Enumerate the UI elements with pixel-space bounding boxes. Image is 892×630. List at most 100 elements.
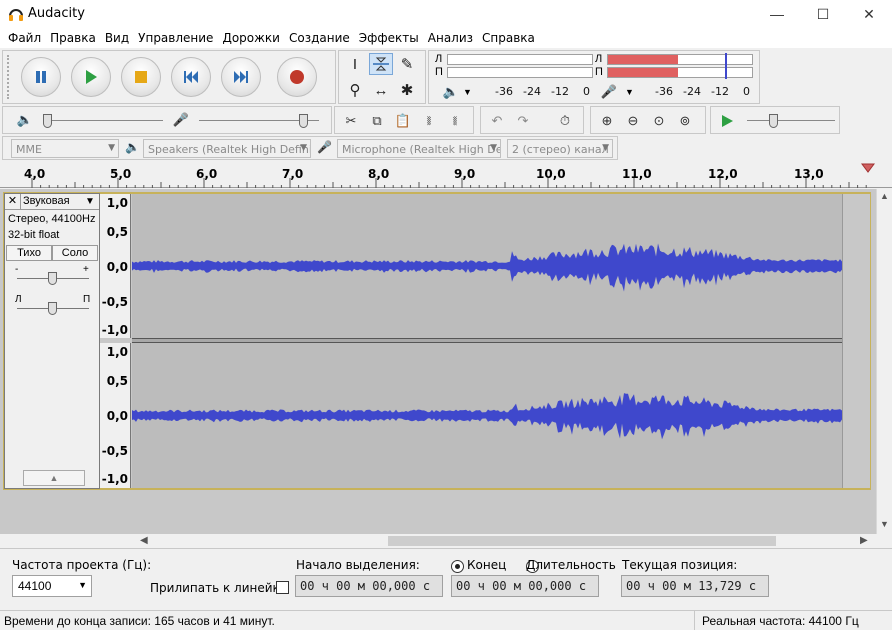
redo-icon[interactable]: ↷ <box>511 110 535 132</box>
silence-icon[interactable]: ⧛ <box>443 110 467 132</box>
meter-tick: -36 <box>495 85 513 98</box>
horizontal-scrollbar[interactable]: ◀ ▶ <box>134 534 876 548</box>
audio-position-time[interactable]: 00 ч 00 м 13,729 с <box>621 575 769 597</box>
play-at-speed-button[interactable] <box>715 110 739 132</box>
vertical-scale-bottom[interactable]: 1,0 0,5 0,0 -0,5 -1,0 <box>100 343 131 488</box>
solo-button[interactable]: Соло <box>52 245 98 261</box>
scale-label: 0,5 <box>106 374 128 388</box>
skip-to-start-button[interactable] <box>171 57 211 97</box>
toolbar-grip[interactable] <box>7 55 11 99</box>
sync-lock-icon[interactable]: ⏱ <box>553 110 577 132</box>
copy-icon[interactable]: ⧉ <box>365 110 389 132</box>
play-meter-left[interactable] <box>447 54 593 65</box>
menu-analyze[interactable]: Анализ <box>426 31 480 45</box>
play-meter-right[interactable] <box>447 67 593 78</box>
playhead-marker[interactable] <box>861 163 875 173</box>
track-menu-arrow-icon[interactable]: ▼ <box>85 196 95 207</box>
selection-toolbar: Частота проекта (Гц): 44100 ▼ Прилипать … <box>0 548 892 610</box>
menu-help[interactable]: Справка <box>480 31 542 45</box>
scroll-up-icon[interactable]: ▲ <box>880 191 889 201</box>
speaker-icon: 🔈 <box>125 140 140 154</box>
menu-view[interactable]: Вид <box>103 31 136 45</box>
cut-icon[interactable]: ✂ <box>339 110 363 132</box>
scroll-left-icon[interactable]: ◀ <box>140 535 148 546</box>
track-name-menu[interactable]: Звуковая <box>23 195 70 207</box>
mute-button[interactable]: Тихо <box>6 245 52 261</box>
maximize-button[interactable]: ☐ <box>800 0 846 28</box>
rec-meter-menu-icon[interactable]: ▼ <box>625 87 634 97</box>
scale-label: 1,0 <box>106 196 128 210</box>
playback-volume-slider[interactable] <box>43 114 52 128</box>
project-rate-select[interactable]: 44100 ▼ <box>12 575 92 597</box>
chevron-down-icon: ▼ <box>78 580 87 590</box>
draw-tool-icon[interactable]: ✎ <box>395 53 419 75</box>
audio-host-select[interactable]: MME ▼ <box>11 139 119 158</box>
scroll-thumb[interactable] <box>388 536 776 546</box>
trim-icon[interactable]: ⧚ <box>417 110 441 132</box>
rec-meter-left[interactable] <box>607 54 753 65</box>
rec-meter-right[interactable] <box>607 67 753 78</box>
scale-label: -1,0 <box>101 323 128 337</box>
timeline-ruler[interactable]: 4,0 5,0 6,0 7,0 8,0 9,0 10,0 11,0 12,0 1… <box>0 162 892 188</box>
selection-end-time[interactable]: 00 ч 00 м 00,000 с <box>451 575 599 597</box>
minimize-button[interactable]: — <box>754 0 800 28</box>
menu-generate[interactable]: Создание <box>287 31 357 45</box>
vertical-scale-top[interactable]: 1,0 0,5 0,0 -0,5 -1,0 <box>100 194 131 338</box>
play-button[interactable] <box>71 57 111 97</box>
input-channels-value: 2 (стерео) канал <box>512 143 609 156</box>
selection-start-time[interactable]: 00 ч 00 м 00,000 с <box>295 575 443 597</box>
end-radio[interactable] <box>451 560 464 574</box>
scroll-down-icon[interactable]: ▼ <box>880 519 889 529</box>
zoom-in-icon[interactable]: ⊕ <box>595 110 619 132</box>
zoom-out-icon[interactable]: ⊖ <box>621 110 645 132</box>
microphone-icon[interactable]: 🎤 <box>597 81 621 103</box>
play-icon <box>722 115 733 127</box>
snap-to-checkbox[interactable] <box>276 581 289 594</box>
output-device-select[interactable]: Speakers (Realtek High Definit ▼ <box>143 139 311 158</box>
gain-plus-label: + <box>83 264 89 275</box>
vertical-scrollbar[interactable]: ▲ ▼ <box>876 189 892 534</box>
menu-transport[interactable]: Управление <box>136 31 220 45</box>
play-meter-menu-icon[interactable]: ▼ <box>463 87 472 97</box>
selection-tool-icon[interactable]: I <box>343 53 367 75</box>
speaker-icon[interactable]: 🔈 <box>439 81 463 103</box>
output-device-value: Speakers (Realtek High Definit <box>148 143 311 156</box>
undo-icon[interactable]: ↶ <box>485 110 509 132</box>
waveform-channel-right[interactable] <box>132 343 842 488</box>
input-channels-select[interactable]: 2 (стерео) канал ▼ <box>507 139 613 158</box>
close-track-icon[interactable]: ✕ <box>5 194 21 209</box>
stop-button[interactable] <box>121 57 161 97</box>
audio-host-value: MME <box>16 143 42 156</box>
waveform-channel-left[interactable] <box>132 194 842 338</box>
pause-button[interactable] <box>21 57 61 97</box>
scroll-right-icon[interactable]: ▶ <box>860 535 868 546</box>
menu-edit[interactable]: Правка <box>48 31 103 45</box>
fit-selection-icon[interactable]: ⊙ <box>647 110 671 132</box>
play-icon <box>86 70 97 84</box>
skip-to-end-button[interactable] <box>221 57 261 97</box>
track-control-panel[interactable]: ✕ Звуковая ▼ Стерео, 44100Hz 32-bit floa… <box>4 193 100 489</box>
envelope-tool-icon[interactable] <box>369 53 393 75</box>
speed-slider[interactable] <box>769 114 778 128</box>
pan-left-label: Л <box>15 294 22 305</box>
recording-volume-slider[interactable] <box>299 114 308 128</box>
collapse-track-icon[interactable]: ▲ <box>23 470 85 486</box>
time-shift-tool-icon[interactable]: ↔ <box>369 79 393 101</box>
ruler-label: 13,0 <box>794 167 824 181</box>
paste-icon[interactable]: 📋 <box>391 110 415 132</box>
menu-file[interactable]: Файл <box>6 31 48 45</box>
record-button[interactable] <box>277 57 317 97</box>
multi-tool-icon[interactable]: ✱ <box>395 79 419 101</box>
ruler-label: 12,0 <box>708 167 738 181</box>
menu-tracks[interactable]: Дорожки <box>220 31 287 45</box>
zoom-tool-icon[interactable]: ⚲ <box>343 79 367 101</box>
close-button[interactable]: ✕ <box>846 0 892 28</box>
gain-slider[interactable] <box>48 272 57 285</box>
input-device-select[interactable]: Microphone (Realtek High Defi ▼ <box>337 139 501 158</box>
scale-label: 1,0 <box>106 345 128 359</box>
pan-slider[interactable] <box>48 302 57 315</box>
ruler-label: 9,0 <box>454 167 476 181</box>
meter-tick: -24 <box>523 85 541 98</box>
menu-effects[interactable]: Эффекты <box>357 31 426 45</box>
fit-project-icon[interactable]: ⊚ <box>673 110 697 132</box>
